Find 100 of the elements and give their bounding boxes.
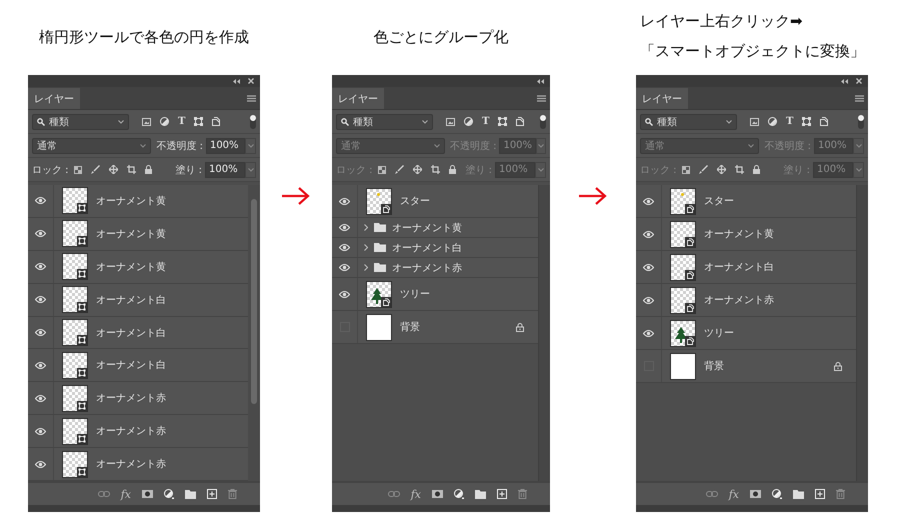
collapse-icon[interactable] <box>841 78 848 84</box>
layer-row[interactable]: オーナメント黄 <box>28 185 248 218</box>
eye-icon[interactable] <box>35 329 46 336</box>
layer-row[interactable]: オーナメント白 <box>28 284 248 317</box>
smart-object-filter-icon[interactable] <box>516 117 524 126</box>
brush-icon[interactable] <box>698 165 708 174</box>
eye-icon[interactable] <box>35 460 46 468</box>
layer-row[interactable]: オーナメント黄 <box>28 250 248 284</box>
fx-button[interactable]: fx <box>728 488 739 500</box>
layer-row[interactable]: スター <box>332 185 538 218</box>
lock-icon[interactable] <box>144 165 152 174</box>
fill-caret-button[interactable] <box>245 162 256 178</box>
adjustment-filter-icon[interactable] <box>464 117 473 126</box>
lock-icon[interactable] <box>752 165 760 174</box>
layer-row[interactable]: オーナメント白 <box>28 349 248 382</box>
filter-toggle[interactable] <box>540 114 546 128</box>
eye-icon[interactable] <box>35 428 46 435</box>
eye-icon[interactable] <box>35 197 46 204</box>
folder-icon[interactable] <box>185 490 196 498</box>
fill-caret-button[interactable] <box>853 162 864 178</box>
eye-icon[interactable] <box>35 394 46 402</box>
crop-icon[interactable] <box>126 165 136 174</box>
fx-button[interactable]: fx <box>410 488 421 500</box>
chevron-icon[interactable] <box>364 224 368 231</box>
smart-object-filter-icon[interactable] <box>820 117 828 126</box>
eye-icon[interactable] <box>643 230 654 238</box>
image-filter-icon[interactable] <box>142 118 151 126</box>
lock-icon[interactable] <box>448 165 456 174</box>
eye-icon[interactable] <box>339 224 350 231</box>
menu-icon[interactable] <box>247 94 256 102</box>
shape-filter-icon[interactable] <box>194 117 204 126</box>
shape-filter-icon[interactable] <box>802 117 812 126</box>
adjustment-layer-icon[interactable] <box>164 489 174 499</box>
layer-row[interactable]: 背景 <box>636 350 856 383</box>
layer-row[interactable]: オーナメント白 <box>28 316 248 350</box>
crop-icon[interactable] <box>734 165 744 174</box>
adjustment-filter-icon[interactable] <box>160 117 169 126</box>
collapse-icon[interactable] <box>537 78 544 84</box>
collapse-icon[interactable] <box>233 78 240 84</box>
eye-icon[interactable] <box>339 198 350 204</box>
lock-pixels-icon[interactable] <box>378 166 386 174</box>
layer-group-row[interactable]: オーナメント赤 <box>332 258 538 278</box>
eye-icon[interactable] <box>339 264 350 271</box>
layers-tab[interactable]: レイヤー <box>332 88 384 109</box>
mask-icon[interactable] <box>142 490 153 498</box>
adjustment-layer-icon[interactable] <box>772 489 782 499</box>
mask-icon[interactable] <box>432 490 443 498</box>
eye-icon[interactable] <box>35 362 46 369</box>
crop-icon[interactable] <box>430 165 440 174</box>
move-icon[interactable] <box>716 165 726 174</box>
layer-row[interactable]: オーナメント黄 <box>636 218 856 251</box>
new-layer-icon[interactable] <box>815 489 825 499</box>
new-layer-icon[interactable] <box>497 489 507 499</box>
eye-icon[interactable] <box>35 296 46 304</box>
type-filter-button[interactable]: T <box>178 116 186 126</box>
fill-field[interactable]: 100% <box>205 162 245 178</box>
folder-icon[interactable] <box>475 490 486 498</box>
layer-row[interactable]: オーナメント赤 <box>28 448 248 482</box>
eye-icon[interactable] <box>339 290 350 298</box>
layer-row[interactable]: スター <box>636 185 856 218</box>
move-icon[interactable] <box>108 165 118 174</box>
shape-filter-icon[interactable] <box>498 117 508 126</box>
image-filter-icon[interactable] <box>446 118 455 126</box>
layer-row[interactable]: オーナメント赤 <box>28 382 248 416</box>
eye-icon[interactable] <box>643 198 654 204</box>
layer-row[interactable]: ツリー <box>636 317 856 350</box>
eye-icon[interactable] <box>339 244 350 251</box>
blend-mode-dropdown[interactable]: 通常 <box>32 138 152 154</box>
eye-icon[interactable] <box>35 263 46 270</box>
filter-toggle[interactable] <box>858 114 864 128</box>
menu-icon[interactable] <box>855 94 864 102</box>
layers-tab[interactable]: レイヤー <box>28 88 80 109</box>
smart-object-filter-icon[interactable] <box>212 117 220 126</box>
fx-button[interactable]: fx <box>120 488 131 500</box>
image-filter-icon[interactable] <box>750 118 759 126</box>
move-icon[interactable] <box>412 165 422 174</box>
filter-dropdown[interactable]: 種類 <box>32 114 129 130</box>
chevron-icon[interactable] <box>364 244 368 251</box>
brush-icon[interactable] <box>90 165 100 174</box>
lock-pixels-icon[interactable] <box>682 166 690 174</box>
layers-tab[interactable]: レイヤー <box>636 88 688 109</box>
type-filter-button[interactable]: T <box>786 116 794 126</box>
adjustment-filter-icon[interactable] <box>768 117 777 126</box>
layer-row[interactable]: ツリー <box>332 278 538 311</box>
close-icon[interactable] <box>856 78 862 84</box>
mask-icon[interactable] <box>750 490 761 498</box>
lock-pixels-icon[interactable] <box>74 166 82 174</box>
adjustment-layer-icon[interactable] <box>454 489 464 499</box>
opacity-field[interactable]: 100% <box>206 138 246 154</box>
layer-row[interactable]: 背景 <box>332 311 538 344</box>
eye-icon[interactable] <box>643 330 654 336</box>
brush-icon[interactable] <box>394 165 404 174</box>
filter-toggle[interactable] <box>250 114 256 128</box>
folder-icon[interactable] <box>793 490 804 498</box>
menu-icon[interactable] <box>537 94 546 102</box>
close-icon[interactable] <box>248 78 254 84</box>
opacity-caret-button[interactable] <box>245 138 256 154</box>
eye-icon[interactable] <box>643 296 654 304</box>
filter-dropdown[interactable]: 種類 <box>336 114 433 130</box>
filter-dropdown[interactable]: 種類 <box>640 114 737 130</box>
